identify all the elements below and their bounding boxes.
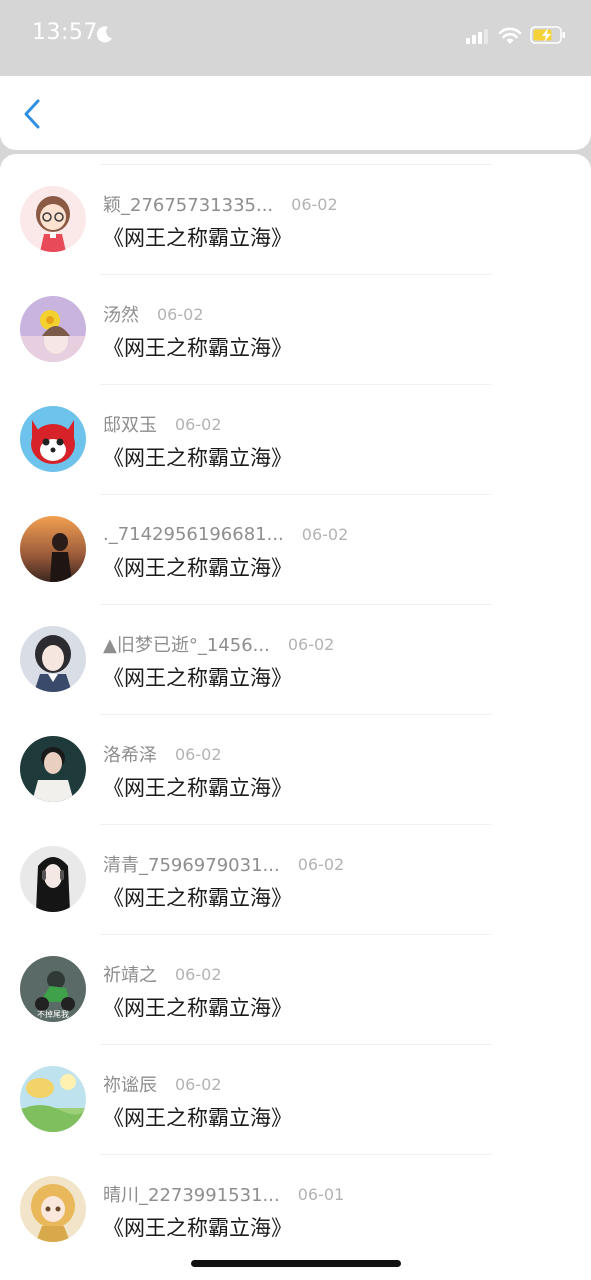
list-item[interactable]: 晴川_2273991531... 06-01 《网王之称霸立海》 <box>0 1154 591 1264</box>
divider <box>100 604 491 605</box>
user-name: ._7142956196681... <box>103 523 284 545</box>
user-name: 祢谧辰 <box>103 1075 157 1096</box>
user-name: 颖_27675731335... <box>103 195 274 216</box>
list-item[interactable]: 洛希泽 06-02 《网王之称霸立海》 <box>0 714 591 824</box>
avatar[interactable] <box>20 406 86 472</box>
message-text: 《网王之称霸立海》 <box>103 886 292 910</box>
date: 06-02 <box>175 744 222 764</box>
date: 06-02 <box>287 634 335 654</box>
divider <box>100 1044 491 1045</box>
navigation-bar <box>0 76 591 150</box>
avatar[interactable] <box>20 846 86 912</box>
meta-line: 颖_27675731335... 06-02 <box>103 192 338 217</box>
avatar-caption: 不掉尾我 <box>37 1009 69 1019</box>
date: 06-02 <box>175 964 222 984</box>
date: 06-02 <box>175 1074 222 1094</box>
avatar[interactable] <box>20 1066 86 1132</box>
user-name: 晴川_2273991531... <box>103 1185 280 1206</box>
date: 06-02 <box>291 194 338 214</box>
battery-icon <box>530 26 565 44</box>
avatar[interactable] <box>20 736 86 802</box>
list-item[interactable]: 颖_27675731335... 06-02 《网王之称霸立海》 <box>0 164 591 274</box>
message-text: 《网王之称霸立海》 <box>103 336 292 360</box>
divider <box>100 824 491 825</box>
user-name: 祈靖之 <box>103 965 157 986</box>
avatar-sunset-girl-icon <box>20 516 86 582</box>
avatar-boy-portrait-icon <box>20 736 86 802</box>
list-item[interactable]: ▲旧梦已逝°_1456... 06-02 《网王之称霸立海》 <box>0 604 591 714</box>
date: 06-02 <box>297 854 345 874</box>
message-text: 《网王之称霸立海》 <box>103 666 292 690</box>
avatar-girl-headphones-icon <box>20 846 86 912</box>
divider <box>100 934 491 935</box>
divider <box>100 494 491 495</box>
user-name: ▲旧梦已逝°_1456... <box>103 635 270 656</box>
meta-line: 邸双玉 06-02 <box>103 412 222 437</box>
message-text: 《网王之称霸立海》 <box>103 446 292 470</box>
message-text: 《网王之称霸立海》 <box>103 1106 292 1130</box>
date: 06-01 <box>297 1184 345 1204</box>
date: 06-02 <box>157 304 204 324</box>
message-text: 《网王之称霸立海》 <box>103 226 292 250</box>
avatar-landscape-icon <box>20 1066 86 1132</box>
meta-line: 清青_7596979031... 06-02 <box>103 852 345 877</box>
list-item[interactable]: 邸双玉 06-02 《网王之称霸立海》 <box>0 384 591 494</box>
list-item[interactable]: 汤然 06-02 《网王之称霸立海》 <box>0 274 591 384</box>
home-indicator[interactable] <box>191 1260 401 1267</box>
avatar[interactable] <box>20 186 86 252</box>
wifi-icon <box>498 27 522 44</box>
divider <box>100 164 491 165</box>
avatar[interactable] <box>20 516 86 582</box>
status-bar: 13:57 <box>0 0 591 76</box>
meta-line: 晴川_2273991531... 06-01 <box>103 1182 345 1207</box>
date: 06-02 <box>175 414 222 434</box>
user-name: 汤然 <box>103 305 139 326</box>
user-name: 洛希泽 <box>103 745 157 766</box>
avatar[interactable] <box>20 1176 86 1242</box>
divider <box>100 274 491 275</box>
avatar-red-fox-cartoon-icon <box>20 406 86 472</box>
meta-line: ._7142956196681... 06-02 <box>103 522 348 546</box>
meta-line: ▲旧梦已逝°_1456... 06-02 <box>103 632 335 657</box>
user-name: 清青_7596979031... <box>103 855 280 876</box>
avatar[interactable] <box>20 626 86 692</box>
status-time: 13:57 <box>32 20 98 45</box>
moon-icon <box>96 26 112 43</box>
message-text: 《网王之称霸立海》 <box>103 996 292 1020</box>
list-item[interactable]: 祢谧辰 06-02 《网王之称霸立海》 <box>0 1044 591 1154</box>
avatar-motorcycle-icon: 不掉尾我 <box>20 956 86 1022</box>
list-item[interactable]: ._7142956196681... 06-02 《网王之称霸立海》 <box>0 494 591 604</box>
avatar-girl-flower-icon <box>20 296 86 362</box>
meta-line: 祈靖之 06-02 <box>103 962 222 987</box>
avatar-anime-girl-blonde-icon <box>20 1176 86 1242</box>
avatar[interactable]: 不掉尾我 <box>20 956 86 1022</box>
meta-line: 祢谧辰 06-02 <box>103 1072 222 1097</box>
back-button[interactable] <box>16 98 48 130</box>
meta-line: 汤然 06-02 <box>103 302 204 327</box>
avatar-girl-portrait-icon <box>20 626 86 692</box>
list-item[interactable]: 不掉尾我 祈靖之 06-02 《网王之称霸立海》 <box>0 934 591 1044</box>
cellular-signal-icon <box>466 29 488 44</box>
meta-line: 洛希泽 06-02 <box>103 742 222 767</box>
content-panel: 颖_27675731335... 06-02 《网王之称霸立海》 汤然 06-0… <box>0 154 591 1280</box>
message-list: 颖_27675731335... 06-02 《网王之称霸立海》 汤然 06-0… <box>0 164 591 1264</box>
message-text: 《网王之称霸立海》 <box>103 556 292 580</box>
user-name: 邸双玉 <box>103 415 157 436</box>
message-text: 《网王之称霸立海》 <box>103 776 292 800</box>
chevron-left-icon <box>24 99 40 129</box>
divider <box>100 384 491 385</box>
list-item[interactable]: 清青_7596979031... 06-02 《网王之称霸立海》 <box>0 824 591 934</box>
avatar-cartoon-girl-glasses-icon <box>20 186 86 252</box>
date: 06-02 <box>301 524 349 544</box>
avatar[interactable] <box>20 296 86 362</box>
message-text: 《网王之称霸立海》 <box>103 1216 292 1240</box>
divider <box>100 1154 491 1155</box>
divider <box>100 714 491 715</box>
